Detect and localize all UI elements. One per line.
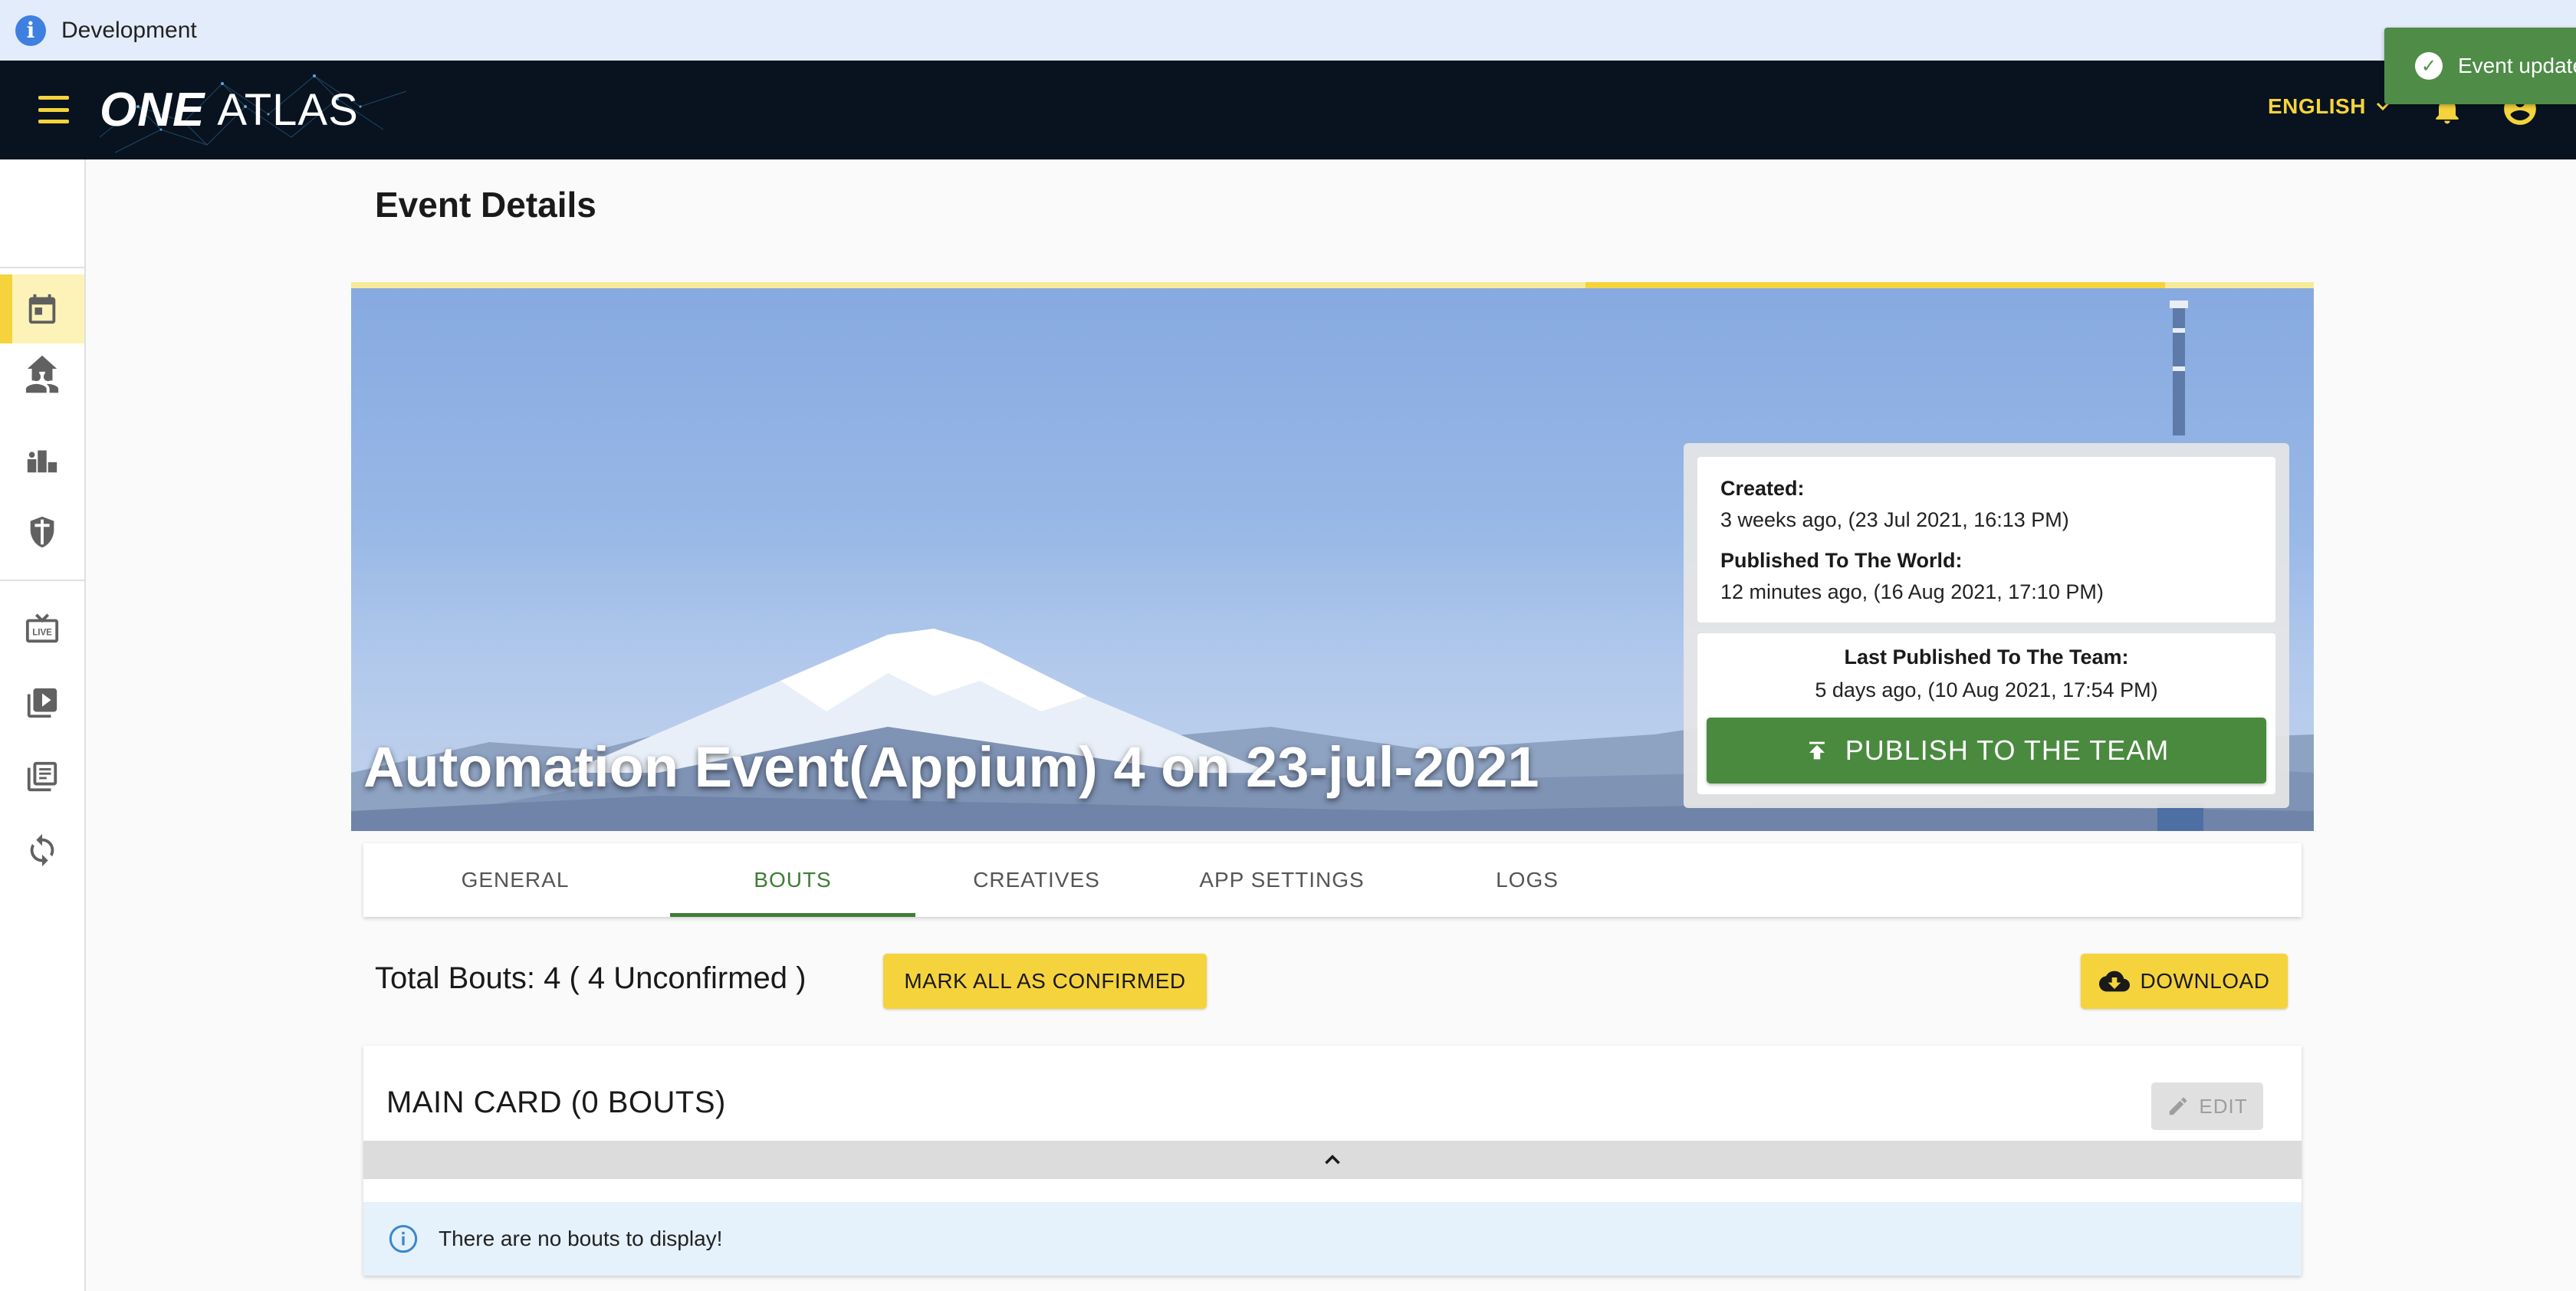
tab-bouts[interactable]: BOUTS bbox=[670, 843, 915, 917]
created-value: 3 weeks ago, (23 Jul 2021, 16:13 PM) bbox=[1720, 508, 2069, 531]
video-library-icon bbox=[27, 688, 58, 718]
empty-state-alert: There are no bouts to display! bbox=[363, 1202, 2302, 1276]
sidebar-item-live[interactable]: LIVE bbox=[0, 595, 84, 664]
one-atlas-logo[interactable]: ONE ATLAS bbox=[100, 82, 359, 137]
shield-icon bbox=[30, 516, 54, 548]
publish-icon bbox=[1809, 741, 1825, 760]
created-label: Created: bbox=[1720, 477, 1805, 500]
sidebar-item-videos[interactable] bbox=[0, 668, 84, 737]
logo-one-text: ONE bbox=[100, 83, 205, 136]
collections-icon bbox=[27, 761, 58, 792]
svg-text:LIVE: LIVE bbox=[32, 629, 52, 638]
sync-icon bbox=[30, 833, 54, 867]
environment-label: Development bbox=[61, 17, 197, 43]
podium-icon bbox=[27, 450, 58, 473]
menu-icon[interactable] bbox=[38, 96, 69, 123]
published-team-value: 5 days ago, (10 Aug 2021, 17:54 PM) bbox=[1815, 678, 2158, 701]
sidebar-item-teams[interactable] bbox=[0, 497, 84, 566]
tab-app-settings[interactable]: APP SETTINGS bbox=[1159, 843, 1405, 917]
edit-button[interactable]: EDIT bbox=[2151, 1082, 2263, 1130]
mark-all-confirmed-button[interactable]: MARK ALL AS CONFIRMED bbox=[883, 954, 1207, 1009]
sidebar-item-media[interactable] bbox=[0, 742, 84, 811]
cloud-download-icon bbox=[2098, 971, 2130, 992]
publish-button-label: PUBLISH TO THE TEAM bbox=[1845, 734, 2170, 766]
sidebar: LIVE bbox=[0, 159, 86, 1291]
live-tv-icon: LIVE bbox=[25, 613, 59, 643]
published-world-value: 12 minutes ago, (16 Aug 2021, 17:10 PM) bbox=[1720, 580, 2104, 603]
download-label: DOWNLOAD bbox=[2140, 969, 2270, 993]
app-bar: ONE ATLAS ENGLISH bbox=[0, 61, 2576, 159]
calendar-icon bbox=[28, 294, 56, 324]
pencil-icon bbox=[2170, 1097, 2187, 1115]
progress-strip bbox=[351, 282, 2314, 288]
info-icon: i bbox=[15, 15, 46, 46]
empty-state-message: There are no bouts to display! bbox=[439, 1227, 723, 1250]
sidebar-item-sync[interactable] bbox=[0, 816, 84, 885]
tab-creatives[interactable]: CREATIVES bbox=[914, 843, 1159, 917]
event-tabs: GENERAL BOUTS CREATIVES APP SETTINGS LOG… bbox=[363, 843, 2302, 917]
collapse-toggle[interactable] bbox=[363, 1141, 2302, 1179]
event-title: Automation Event(Appium) 4 on 23-jul-202… bbox=[363, 735, 1539, 799]
published-world-label: Published To The World: bbox=[1720, 549, 1963, 572]
publish-team-card: Last Published To The Team: 5 days ago, … bbox=[1697, 633, 2275, 794]
language-selector[interactable]: ENGLISH bbox=[2268, 94, 2392, 119]
publish-info-card: Created: 3 weeks ago, (23 Jul 2021, 16:1… bbox=[1697, 457, 2275, 623]
chevron-up-icon bbox=[1325, 1155, 1340, 1165]
sidebar-item-events[interactable] bbox=[0, 274, 84, 343]
language-label: ENGLISH bbox=[2268, 94, 2366, 118]
main-card-title: MAIN CARD (0 BOUTS) bbox=[386, 1086, 726, 1119]
download-button[interactable]: DOWNLOAD bbox=[2081, 954, 2288, 1009]
success-toast: ✓ Event updated bbox=[2384, 28, 2576, 104]
sidebar-item-rankings[interactable] bbox=[0, 425, 84, 494]
mark-all-label: MARK ALL AS CONFIRMED bbox=[904, 969, 1186, 993]
publish-to-team-button[interactable]: PUBLISH TO THE TEAM bbox=[1707, 718, 2266, 783]
tab-general[interactable]: GENERAL bbox=[393, 843, 638, 917]
publish-status-panel: Created: 3 weeks ago, (23 Jul 2021, 16:1… bbox=[1684, 443, 2289, 808]
tab-logs[interactable]: LOGS bbox=[1405, 843, 1650, 917]
published-team-label: Last Published To The Team: bbox=[1844, 646, 2129, 668]
sidebar-item-athletes[interactable] bbox=[0, 348, 84, 417]
main-card-section: MAIN CARD (0 BOUTS) EDIT There are no bo… bbox=[363, 1046, 2302, 1276]
environment-banner: i Development bbox=[0, 0, 2576, 61]
total-bouts-text: Total Bouts: 4 ( 4 Unconfirmed ) bbox=[375, 961, 807, 995]
logo-atlas-text: ATLAS bbox=[217, 84, 359, 135]
edit-label: EDIT bbox=[2199, 1094, 2248, 1118]
check-circle-icon: ✓ bbox=[2415, 52, 2443, 80]
page-title: Event Details bbox=[375, 185, 596, 225]
info-outline-icon bbox=[389, 1224, 418, 1253]
people-icon bbox=[25, 372, 59, 393]
toast-message: Event updated bbox=[2458, 54, 2576, 77]
